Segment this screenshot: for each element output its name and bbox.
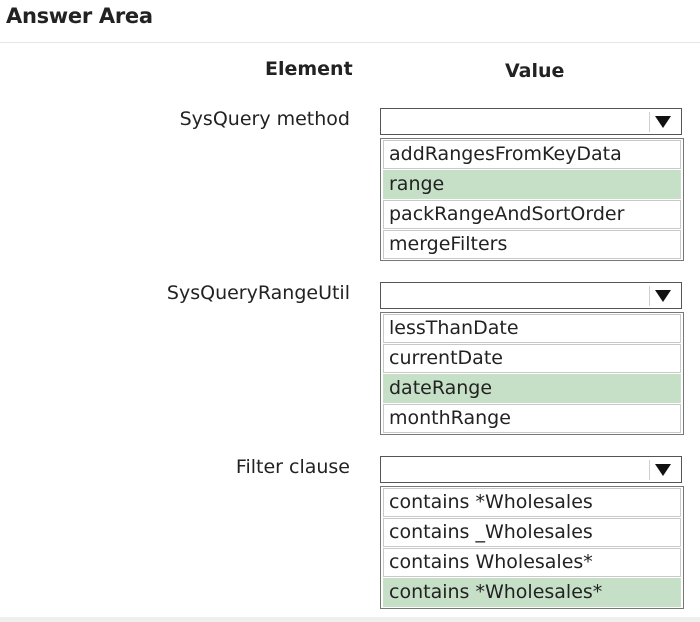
sysqueryrangeutil-options: lessThanDate currentDate dateRange month… — [380, 312, 684, 435]
option-contains-wholesales-star[interactable]: contains Wholesales* — [383, 548, 681, 577]
sysquery-method-options: addRangesFromKeyData range packRangeAndS… — [380, 138, 684, 261]
option-addrangesfromkeydata[interactable]: addRangesFromKeyData — [383, 140, 681, 169]
option-packrangeandsortorder[interactable]: packRangeAndSortOrder — [383, 200, 681, 229]
option-mergefilters[interactable]: mergeFilters — [383, 230, 681, 259]
filter-clause-dropdown[interactable] — [380, 456, 682, 483]
triangle-down-icon[interactable] — [649, 460, 676, 480]
option-lessthandate[interactable]: lessThanDate — [383, 314, 681, 343]
sysquery-method-dropdown[interactable] — [380, 108, 682, 135]
triangle-down-icon[interactable] — [649, 286, 676, 306]
value-column-header: Value — [505, 60, 565, 82]
option-currentdate[interactable]: currentDate — [383, 344, 681, 373]
row-label-sysquery-method: SysQuery method — [179, 108, 350, 130]
element-column-header: Element — [265, 58, 353, 80]
row-label-filter-clause: Filter clause — [235, 456, 350, 478]
option-contains-star-wholesales-star[interactable]: contains *Wholesales* — [383, 578, 681, 607]
answer-area-title: Answer Area — [6, 4, 153, 28]
title-divider — [0, 42, 700, 43]
row-label-sysqueryrangeutil: SysQueryRangeUtil — [166, 282, 350, 304]
bottom-divider — [0, 617, 700, 622]
option-contains-star-wholesales[interactable]: contains *Wholesales — [383, 488, 681, 517]
option-range[interactable]: range — [383, 170, 681, 199]
filter-clause-options: contains *Wholesales contains _Wholesale… — [380, 486, 684, 609]
triangle-down-icon[interactable] — [649, 112, 676, 132]
option-monthrange[interactable]: monthRange — [383, 404, 681, 433]
sysqueryrangeutil-dropdown[interactable] — [380, 282, 682, 309]
option-contains-underscore-wholesales[interactable]: contains _Wholesales — [383, 518, 681, 547]
option-daterange[interactable]: dateRange — [383, 374, 681, 403]
